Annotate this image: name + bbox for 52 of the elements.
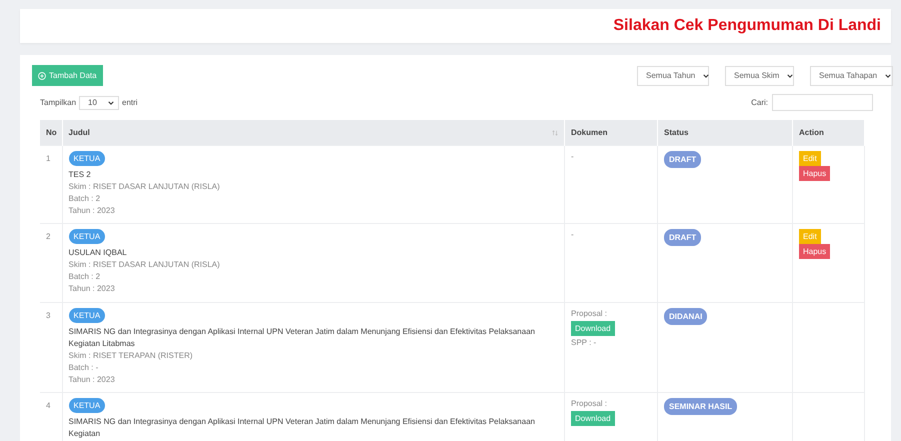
chevron-down-icon bbox=[703, 74, 710, 78]
row-number: 2 bbox=[46, 232, 50, 241]
role-badge: KETUA bbox=[68, 398, 106, 413]
sort-icon bbox=[552, 130, 558, 136]
scheme-text: Skim : RISET DASAR LANJUTAN (RISLA) bbox=[68, 181, 220, 193]
year-text: Tahun : 2023 bbox=[68, 205, 115, 217]
scheme-text: Skim : RISET TERAPAN (RISTER) bbox=[68, 350, 193, 362]
role-badge: KETUA bbox=[68, 308, 106, 323]
proposal-label: Proposal : bbox=[571, 398, 608, 410]
role-badge: KETUA bbox=[68, 151, 106, 166]
batch-text: Batch : 2 bbox=[68, 271, 100, 283]
search-field[interactable] bbox=[772, 94, 873, 111]
chevron-down-icon bbox=[787, 74, 794, 78]
column-header[interactable]: Judul bbox=[62, 120, 564, 146]
batch-text: Batch : - bbox=[68, 362, 98, 374]
spp-text: SPP : - bbox=[571, 337, 596, 349]
chevron-down-icon bbox=[108, 100, 114, 104]
proposal-title: SIMARIS NG dan Integrasinya dengan Aplikasi Internal UPN Veteran Jatim dalam Menunjang Efisiensi dan Efektivitas Pelaksanaan Kegiatan bbox=[68, 416, 536, 440]
chevron-down-icon bbox=[885, 74, 892, 78]
year-text: Tahun : 2023 bbox=[68, 374, 115, 386]
status-badge: SEMINAR HASIL bbox=[664, 398, 738, 415]
entries-label: entri bbox=[122, 98, 138, 107]
proposal-title: TES 2 bbox=[68, 169, 91, 181]
proposal-title: SIMARIS NG dan Integrasinya dengan Aplikasi Internal UPN Veteran Jatim dalam Menunjang Efisiensi dan Efektivitas Pelaksanaan Kegiatan Litabmas bbox=[68, 326, 536, 350]
row-number: 1 bbox=[46, 154, 50, 163]
show-label: Tampilkan bbox=[40, 98, 76, 107]
status-badge: DRAFT bbox=[664, 151, 702, 168]
row-number: 3 bbox=[46, 311, 50, 320]
filter-dropdown[interactable]: Semua Skim bbox=[725, 66, 794, 86]
filter-dropdown[interactable]: Semua Tahun bbox=[637, 66, 709, 86]
column-header[interactable]: Action bbox=[792, 120, 864, 146]
plus-circle-icon bbox=[38, 72, 46, 80]
role-badge: KETUA bbox=[68, 229, 106, 244]
year-text: Tahun : 2023 bbox=[68, 283, 115, 295]
column-header[interactable]: Status bbox=[658, 120, 792, 146]
filter-dropdown[interactable]: Semua Tahapan bbox=[810, 66, 893, 86]
announcement-text: Silakan Cek Pengumuman Di Landi bbox=[613, 17, 881, 35]
column-header[interactable]: No bbox=[40, 120, 62, 146]
document-empty: - bbox=[571, 229, 574, 241]
scheme-text: Skim : RISET DASAR LANJUTAN (RISLA) bbox=[68, 259, 220, 271]
proposal-label: Proposal : bbox=[571, 308, 608, 320]
status-badge: DIDANAI bbox=[664, 308, 708, 325]
proposal-title: USULAN IQBAL bbox=[68, 247, 127, 259]
row-number: 4 bbox=[46, 401, 50, 410]
page-length-dropdown[interactable]: 10 bbox=[79, 96, 120, 110]
batch-text: Batch : 2 bbox=[68, 193, 100, 205]
delete-button[interactable]: Hapus bbox=[799, 244, 830, 259]
document-empty: - bbox=[571, 151, 574, 163]
search-label: Cari: bbox=[751, 98, 768, 107]
delete-button[interactable]: Hapus bbox=[799, 166, 830, 181]
column-header[interactable]: Dokumen bbox=[564, 120, 658, 146]
status-badge: DRAFT bbox=[664, 229, 702, 246]
